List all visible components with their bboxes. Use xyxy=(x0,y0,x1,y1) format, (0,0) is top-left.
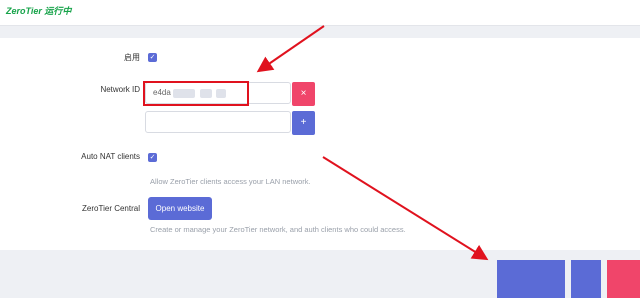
reset-button[interactable] xyxy=(607,260,640,298)
settings-card xyxy=(0,38,640,250)
auto-nat-hint: Allow ZeroTier clients access your LAN n… xyxy=(150,177,311,186)
save-apply-button[interactable] xyxy=(497,260,565,298)
auto-nat-checkbox[interactable]: ✓ xyxy=(148,153,157,162)
auto-nat-label: Auto NAT clients xyxy=(81,152,140,161)
zerotier-central-hint: Create or manage your ZeroTier network, … xyxy=(150,225,406,234)
network-id-label: Network ID xyxy=(100,85,140,94)
remove-network-button[interactable]: × xyxy=(292,82,315,106)
zerotier-status: ZeroTier 运行中 xyxy=(6,6,72,16)
top-bar: ZeroTier 运行中 xyxy=(0,0,640,26)
enabled-checkbox[interactable]: ✓ xyxy=(148,53,157,62)
zerotier-central-label: ZeroTier Central xyxy=(82,204,140,213)
save-button[interactable] xyxy=(571,260,601,298)
add-network-button[interactable]: + xyxy=(292,111,315,135)
open-website-button[interactable]: Open website xyxy=(148,197,212,220)
enabled-label: 启用 xyxy=(124,53,140,62)
annotation-highlight-box xyxy=(143,81,249,106)
new-network-id-input[interactable] xyxy=(145,111,291,133)
